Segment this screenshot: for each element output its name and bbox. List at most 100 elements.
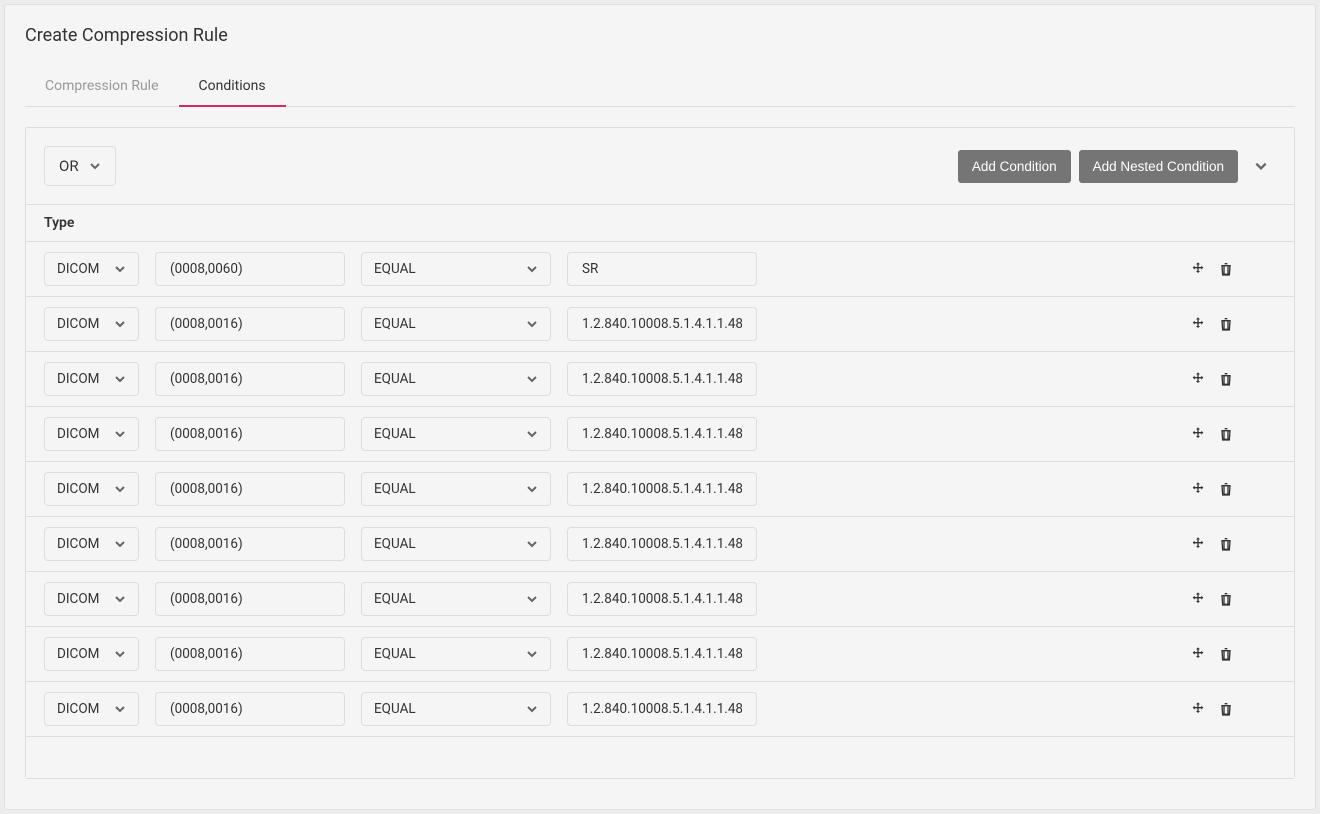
move-row-button[interactable]	[1188, 589, 1208, 609]
delete-row-button[interactable]	[1216, 424, 1236, 444]
condition-tag-field[interactable]	[168, 535, 332, 553]
row-actions	[1188, 589, 1236, 609]
condition-type-select[interactable]: DICOM	[44, 472, 139, 506]
condition-type-select[interactable]: DICOM	[44, 692, 139, 726]
row-actions	[1188, 644, 1236, 664]
delete-row-button[interactable]	[1216, 479, 1236, 499]
condition-value-input[interactable]	[567, 637, 757, 671]
condition-operator-select[interactable]: EQUAL	[361, 582, 551, 616]
condition-operator-select[interactable]: EQUAL	[361, 527, 551, 561]
condition-value-input[interactable]	[567, 307, 757, 341]
condition-value-input[interactable]	[567, 472, 757, 506]
move-row-button[interactable]	[1188, 479, 1208, 499]
condition-tag-field[interactable]	[168, 645, 332, 663]
delete-row-button[interactable]	[1216, 534, 1236, 554]
condition-value-field[interactable]	[580, 700, 744, 718]
move-row-button[interactable]	[1188, 369, 1208, 389]
condition-tag-field[interactable]	[168, 315, 332, 333]
condition-operator-value: EQUAL	[374, 316, 416, 332]
condition-tag-input[interactable]	[155, 362, 345, 396]
delete-row-button[interactable]	[1216, 589, 1236, 609]
compression-rule-card: Create Compression Rule Compression Rule…	[4, 4, 1316, 810]
condition-tag-field[interactable]	[168, 370, 332, 388]
move-icon	[1190, 316, 1206, 332]
condition-tag-field[interactable]	[168, 700, 332, 718]
delete-row-button[interactable]	[1216, 314, 1236, 334]
condition-operator-select[interactable]: EQUAL	[361, 472, 551, 506]
move-row-button[interactable]	[1188, 424, 1208, 444]
condition-value-input[interactable]	[567, 252, 757, 286]
condition-value-field[interactable]	[580, 260, 744, 278]
condition-row: DICOM EQUAL	[26, 627, 1294, 682]
condition-row: DICOM EQUAL	[26, 682, 1294, 736]
move-row-button[interactable]	[1188, 644, 1208, 664]
move-icon	[1190, 261, 1206, 277]
chevron-down-icon	[1254, 159, 1268, 173]
row-actions	[1188, 699, 1236, 719]
condition-value-field[interactable]	[580, 480, 744, 498]
row-actions	[1188, 314, 1236, 334]
condition-value-field[interactable]	[580, 315, 744, 333]
condition-type-value: DICOM	[57, 481, 99, 497]
condition-operator-select[interactable]: EQUAL	[361, 252, 551, 286]
add-condition-button[interactable]: Add Condition	[958, 150, 1071, 183]
condition-type-select[interactable]: DICOM	[44, 527, 139, 561]
condition-operator-value: EQUAL	[374, 536, 416, 552]
condition-tag-input[interactable]	[155, 252, 345, 286]
condition-value-field[interactable]	[580, 535, 744, 553]
condition-tag-field[interactable]	[168, 480, 332, 498]
condition-value-field[interactable]	[580, 590, 744, 608]
condition-type-select[interactable]: DICOM	[44, 307, 139, 341]
delete-row-button[interactable]	[1216, 259, 1236, 279]
delete-row-button[interactable]	[1216, 644, 1236, 664]
condition-operator-select[interactable]: EQUAL	[361, 362, 551, 396]
condition-tag-field[interactable]	[168, 590, 332, 608]
collapse-toggle-button[interactable]	[1246, 153, 1276, 179]
trash-icon	[1218, 646, 1234, 662]
condition-value-input[interactable]	[567, 362, 757, 396]
condition-tag-input[interactable]	[155, 637, 345, 671]
condition-row: DICOM EQUAL	[26, 517, 1294, 572]
delete-row-button[interactable]	[1216, 699, 1236, 719]
move-row-button[interactable]	[1188, 534, 1208, 554]
condition-tag-input[interactable]	[155, 582, 345, 616]
condition-value-input[interactable]	[567, 527, 757, 561]
condition-tag-input[interactable]	[155, 472, 345, 506]
condition-type-value: DICOM	[57, 701, 99, 717]
tab-compression-rule[interactable]: Compression Rule	[25, 68, 179, 106]
tab-conditions[interactable]: Conditions	[179, 68, 286, 106]
condition-type-select[interactable]: DICOM	[44, 362, 139, 396]
condition-operator-select[interactable]: EQUAL	[361, 637, 551, 671]
condition-tag-field[interactable]	[168, 260, 332, 278]
condition-value-input[interactable]	[567, 692, 757, 726]
condition-tag-input[interactable]	[155, 527, 345, 561]
condition-value-field[interactable]	[580, 370, 744, 388]
condition-value-field[interactable]	[580, 645, 744, 663]
move-row-button[interactable]	[1188, 314, 1208, 334]
delete-row-button[interactable]	[1216, 369, 1236, 389]
logic-operator-select[interactable]: OR	[44, 146, 116, 186]
condition-value-input[interactable]	[567, 417, 757, 451]
chevron-down-icon	[114, 318, 126, 330]
condition-tag-input[interactable]	[155, 307, 345, 341]
move-icon	[1190, 536, 1206, 552]
condition-operator-select[interactable]: EQUAL	[361, 307, 551, 341]
condition-row: DICOM EQUAL	[26, 572, 1294, 627]
condition-tag-field[interactable]	[168, 425, 332, 443]
condition-tag-input[interactable]	[155, 692, 345, 726]
move-row-button[interactable]	[1188, 259, 1208, 279]
condition-value-field[interactable]	[580, 425, 744, 443]
condition-operator-select[interactable]: EQUAL	[361, 692, 551, 726]
condition-value-input[interactable]	[567, 582, 757, 616]
condition-type-select[interactable]: DICOM	[44, 252, 139, 286]
condition-type-select[interactable]: DICOM	[44, 582, 139, 616]
add-nested-condition-button[interactable]: Add Nested Condition	[1079, 150, 1238, 183]
condition-operator-value: EQUAL	[374, 481, 416, 497]
condition-type-select[interactable]: DICOM	[44, 637, 139, 671]
condition-operator-select[interactable]: EQUAL	[361, 417, 551, 451]
row-actions	[1188, 369, 1236, 389]
condition-tag-input[interactable]	[155, 417, 345, 451]
chevron-down-icon	[526, 318, 538, 330]
condition-type-select[interactable]: DICOM	[44, 417, 139, 451]
move-row-button[interactable]	[1188, 699, 1208, 719]
